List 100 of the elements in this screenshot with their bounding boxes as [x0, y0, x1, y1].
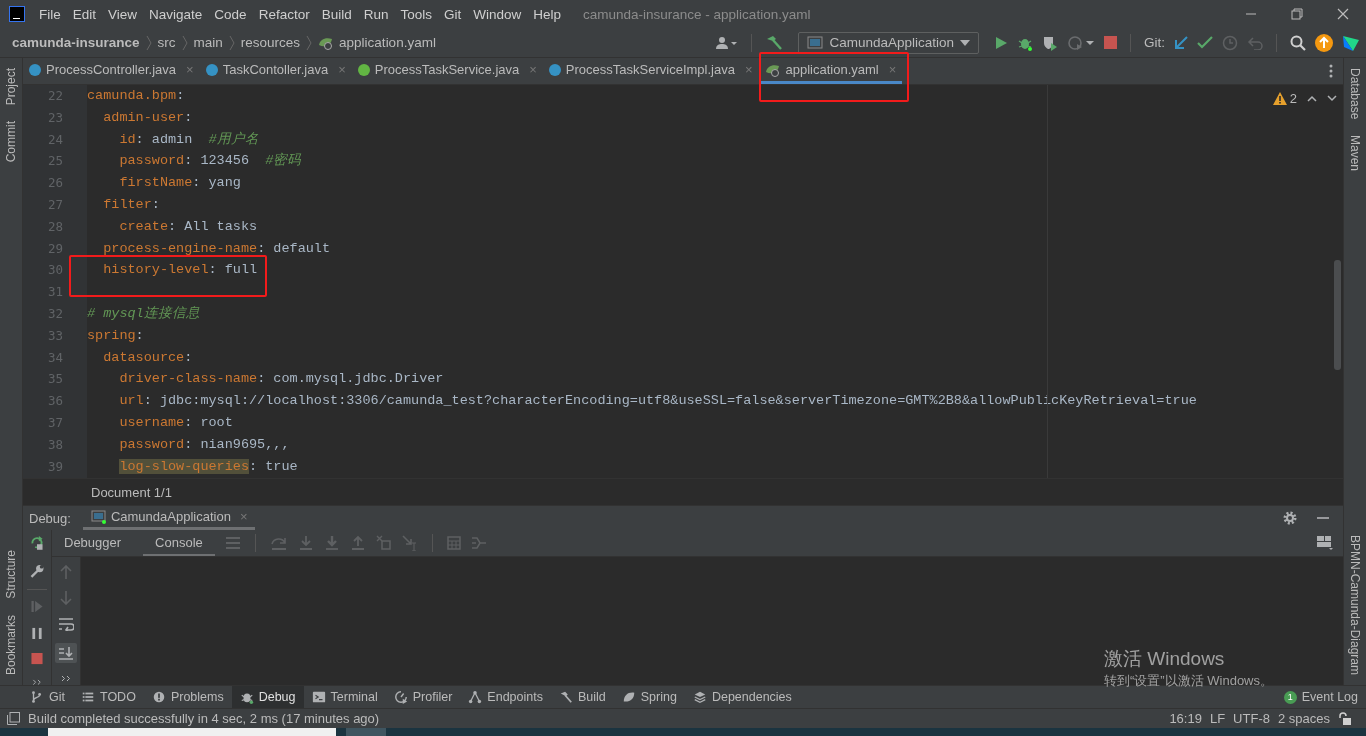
lock-icon[interactable] [1338, 711, 1352, 726]
interface-icon [357, 63, 370, 76]
soft-wrap-icon[interactable] [58, 617, 74, 631]
status-item[interactable]: 16:19 [1169, 711, 1202, 726]
menu-item[interactable]: Edit [66, 6, 103, 22]
code-line: driver-class-name: com.mysql.jdbc.Driver [119, 371, 444, 387]
panel-tab[interactable]: Debugger [52, 530, 134, 556]
update-circle-icon[interactable] [1315, 33, 1333, 52]
menu-item[interactable]: Run [357, 6, 395, 22]
menu-item[interactable]: Refactor [252, 6, 316, 22]
menu-item[interactable]: Navigate [143, 6, 209, 22]
restore-icon[interactable] [1291, 8, 1303, 20]
breadcrumb-item[interactable]: resources [240, 35, 301, 50]
tool-window-button[interactable]: Git [22, 686, 73, 708]
code-line: filter: [103, 197, 160, 212]
tool-window-button[interactable]: Problems [143, 686, 232, 708]
profiler-icon [393, 690, 408, 704]
menu-item[interactable]: Window [467, 6, 528, 22]
minimize-panel-icon[interactable] [1317, 516, 1329, 520]
menu-item[interactable]: View [102, 6, 144, 22]
settings-icon[interactable] [1283, 511, 1297, 525]
layout-options-icon[interactable] [1317, 536, 1333, 550]
more-tools-icon[interactable] [32, 678, 42, 685]
alert-icon [151, 690, 166, 704]
previous-icon[interactable] [1307, 95, 1317, 102]
chevron-icon [228, 34, 235, 51]
hammer-icon [558, 690, 573, 704]
tool-window-button[interactable]: Terminal [303, 686, 386, 708]
wrench-icon[interactable] [29, 563, 45, 579]
more-tools-icon[interactable] [61, 675, 71, 682]
status-item[interactable]: UTF-8 [1233, 711, 1270, 726]
run-icon[interactable] [994, 35, 1008, 50]
layers-icon [692, 690, 707, 704]
event-log-button[interactable]: 1 Event Log [1275, 686, 1366, 708]
menu-item[interactable]: Tools [394, 6, 438, 22]
chevron-icon [181, 34, 188, 51]
tool-window-button[interactable]: TODO [73, 686, 144, 708]
code-line: log-slow-queries: true [119, 458, 298, 474]
branch-icon [30, 690, 44, 704]
scroll-to-end-button[interactable] [55, 643, 77, 663]
code-line: password: nian9695,,, [119, 436, 290, 452]
dropdown-caret-icon [960, 39, 970, 46]
side-panel-tab[interactable]: Structure [4, 546, 18, 603]
breadcrumb-item[interactable]: main [193, 35, 223, 50]
next-icon[interactable] [1327, 95, 1337, 102]
pause-icon[interactable] [31, 626, 43, 640]
run-configuration-dropdown[interactable]: CamundaApplication [798, 31, 979, 54]
menu-item[interactable]: Build [315, 6, 358, 22]
profiler-dropdown-icon[interactable] [1067, 34, 1095, 51]
check-icon[interactable] [1197, 35, 1213, 50]
side-panel-tab[interactable]: Commit [4, 117, 18, 167]
spring-leaf-icon [318, 35, 335, 50]
toolbox-logo-icon[interactable] [1342, 33, 1360, 52]
side-panel-tab[interactable]: Bookmarks [4, 610, 18, 679]
class-icon [29, 63, 41, 76]
status-item[interactable]: 2 spaces [1277, 711, 1330, 726]
code-line: id: admin #用户名 [119, 131, 259, 147]
activation-title: 激活 Windows [1104, 647, 1226, 671]
session-tab[interactable]: CamundaApplication × [82, 506, 256, 530]
code-line: firstName: yang [119, 175, 241, 191]
code-line: admin-user: [103, 109, 193, 125]
menu-item[interactable]: Git [438, 6, 468, 22]
panel-toggle-icon[interactable] [7, 712, 20, 725]
breadcrumb-item[interactable]: camunda-insurance [12, 35, 140, 50]
editor-tab[interactable]: ProcessTaskServiceImpl.java × [542, 58, 759, 84]
breadcrumb-item[interactable]: application.yaml [339, 35, 436, 50]
side-panel-tab[interactable]: Maven [1348, 131, 1362, 176]
editor-tab[interactable]: TaskContoller.java × [199, 58, 352, 84]
scrollbar[interactable] [1334, 260, 1341, 370]
update-arrow-icon[interactable] [1174, 35, 1188, 50]
tool-window-button[interactable]: Dependencies [684, 686, 800, 708]
side-panel-tab[interactable]: Project [4, 64, 18, 110]
close-icon[interactable] [1337, 8, 1349, 20]
code-line: username: root [119, 414, 233, 430]
tool-window-button[interactable]: Profiler [385, 686, 461, 708]
search-icon[interactable] [1290, 34, 1306, 51]
side-panel-tab[interactable]: BPMN-Camunda-Diagram [1348, 530, 1362, 679]
user-icon[interactable] [716, 35, 739, 50]
tool-window-button[interactable]: Debug [231, 686, 304, 708]
menu-item[interactable]: Help [527, 6, 568, 22]
shield-run-icon[interactable] [1042, 34, 1058, 51]
editor-tab[interactable]: ProcessController.java × [23, 58, 200, 84]
rerun-icon[interactable] [29, 535, 45, 550]
more-options-icon[interactable] [1329, 64, 1333, 78]
status-item[interactable]: LF [1209, 711, 1226, 726]
side-panel-tab[interactable]: Database [1348, 64, 1362, 124]
spring-leaf-icon [764, 62, 781, 77]
tool-window-button[interactable]: Spring [613, 686, 685, 708]
code-line: datasource: [103, 349, 193, 365]
class-icon [548, 63, 561, 76]
hammer-icon[interactable] [765, 34, 784, 51]
editor-tab[interactable]: ProcessTaskService.java × [351, 58, 543, 84]
menu-item[interactable]: Code [208, 6, 253, 22]
breadcrumb-item[interactable]: src [157, 35, 176, 50]
tool-window-button[interactable]: Endpoints [460, 686, 551, 708]
stop-icon[interactable] [31, 653, 43, 665]
window-icon [807, 35, 824, 50]
menu-item[interactable]: File [33, 6, 67, 22]
tool-window-button[interactable]: Build [550, 686, 614, 708]
panel-title: Debug: [29, 510, 71, 526]
